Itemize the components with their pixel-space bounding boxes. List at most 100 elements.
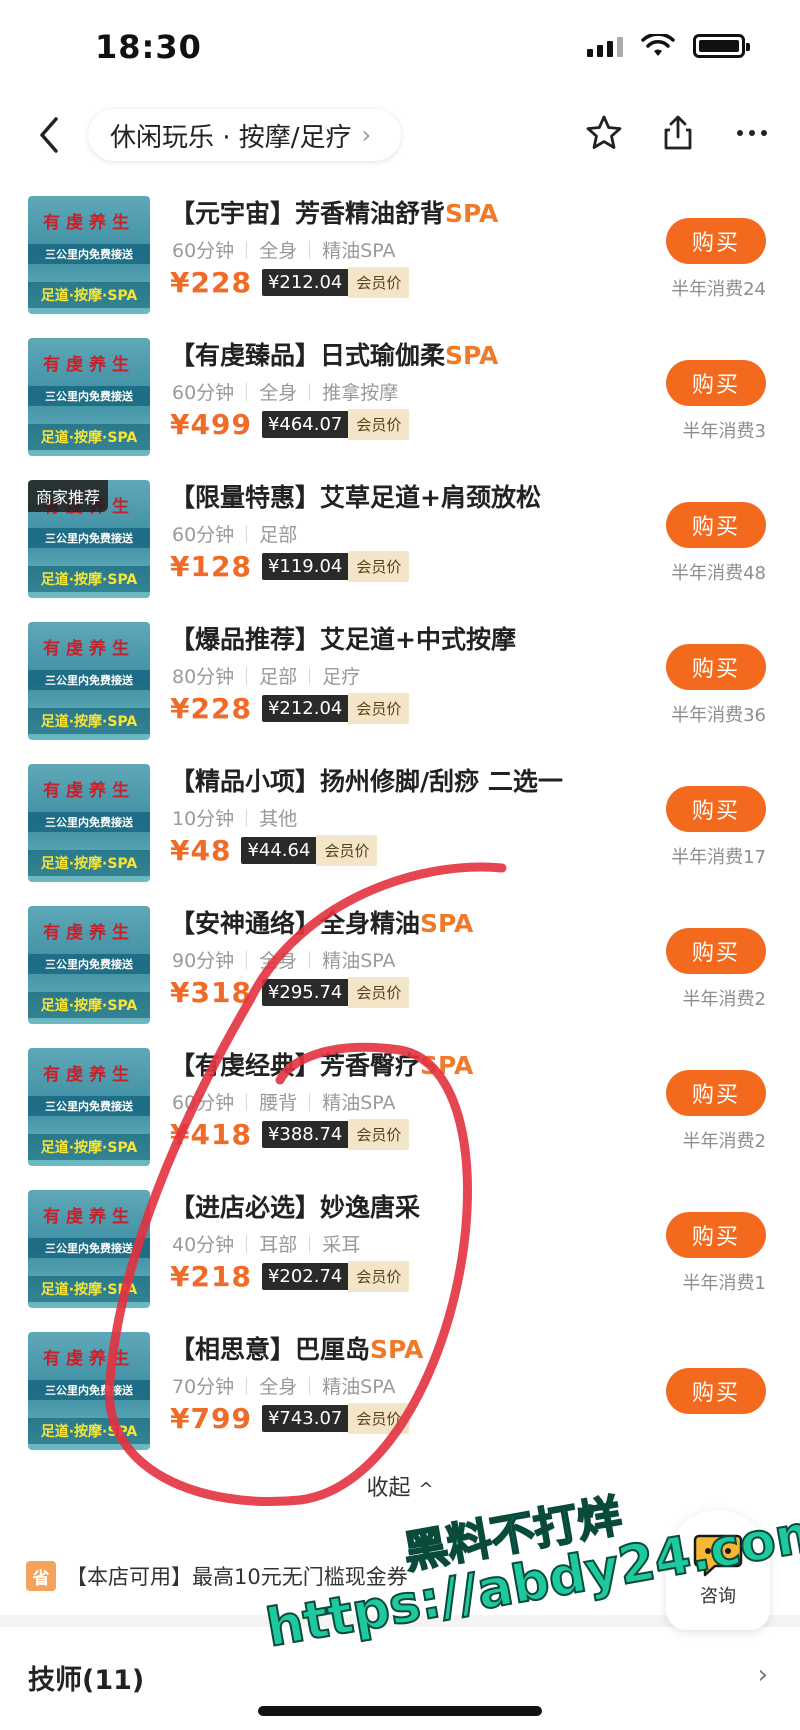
buy-button[interactable]: 购买 [666, 1212, 766, 1258]
product-title-spa: SPA [420, 1051, 474, 1080]
member-price: ¥464.07 [261, 411, 349, 438]
member-price-label: 会员价 [348, 1261, 410, 1292]
thumbnail-services-text: 足道·按摩·SPA [28, 1134, 150, 1160]
thumbnail-pickup-text: 三公里内免费接送 [28, 528, 150, 548]
coupon-icon: 省 [26, 1561, 56, 1591]
product-title-text: 【爆品推荐】艾足道+中式按摩 [170, 625, 516, 654]
meta-separator [309, 382, 311, 401]
product-thumbnail[interactable]: 有虔养生 三公里内免费接送 足道·按摩·SPA [28, 1048, 150, 1166]
product-title[interactable]: 【爆品推荐】艾足道+中式按摩 [170, 620, 516, 656]
product-title[interactable]: 【安神通络】全身精油SPA [170, 904, 473, 940]
product-duration: 10分钟 [172, 808, 235, 830]
meta-separator [246, 524, 248, 543]
product-thumbnail[interactable]: 有虔养生 三公里内免费接送 足道·按摩·SPA [28, 1190, 150, 1308]
more-icon[interactable] [732, 113, 772, 153]
chevron-right-icon: › [757, 1660, 768, 1690]
meta-separator [246, 666, 248, 685]
product-thumbnail[interactable]: 有虔养生 三公里内免费接送 足道·按摩·SPA 商家推荐 [28, 480, 150, 598]
meta-separator [309, 1092, 311, 1111]
product-item[interactable]: 有虔养生 三公里内免费接送 足道·按摩·SPA 【进店必选】妙逸唐采 40分钟 耳… [0, 1174, 800, 1316]
battery-icon [693, 34, 750, 58]
product-price: ¥48 [170, 834, 232, 867]
member-price: ¥202.74 [261, 1263, 349, 1290]
wifi-icon [641, 34, 675, 56]
product-duration: 90分钟 [172, 950, 235, 972]
buy-button[interactable]: 购买 [666, 786, 766, 832]
buy-button[interactable]: 购买 [666, 1070, 766, 1116]
price-row: ¥418 ¥388.74 会员价 [170, 1118, 410, 1151]
product-title[interactable]: 【精品小项】扬州修脚/刮痧 二选一 [170, 762, 563, 798]
product-item[interactable]: 有虔养生 三公里内免费接送 足道·按摩·SPA 【相思意】巴厘岛SPA 70分钟… [0, 1316, 800, 1458]
buy-button[interactable]: 购买 [666, 360, 766, 406]
product-tag: 全身 [259, 950, 298, 972]
price-row: ¥228 ¥212.04 会员价 [170, 692, 410, 725]
product-title[interactable]: 【限量特惠】艾草足道+肩颈放松 [170, 478, 541, 514]
share-icon[interactable] [658, 113, 698, 153]
product-thumbnail[interactable]: 有虔养生 三公里内免费接送 足道·按摩·SPA [28, 622, 150, 740]
product-price: ¥799 [170, 1402, 252, 1435]
collapse-toggle[interactable]: 收起 ^ [0, 1470, 800, 1502]
product-thumbnail[interactable]: 有虔养生 三公里内免费接送 足道·按摩·SPA [28, 764, 150, 882]
product-item[interactable]: 有虔养生 三公里内免费接送 足道·按摩·SPA 【精品小项】扬州修脚/刮痧 二选… [0, 748, 800, 890]
sales-count: 半年消费1 [682, 1273, 766, 1294]
product-tag: 精油SPA [322, 950, 396, 972]
meta-separator [309, 1376, 311, 1395]
member-price-label: 会员价 [348, 409, 410, 440]
product-item[interactable]: 有虔养生 三公里内免费接送 足道·按摩·SPA 【有虔经典】芳香臀疗SPA 60… [0, 1032, 800, 1174]
product-tag: 全身 [259, 382, 298, 404]
product-meta: 70分钟 全身 精油SPA [172, 1372, 396, 1399]
chevron-right-icon: › [361, 121, 372, 149]
product-title[interactable]: 【进店必选】妙逸唐采 [170, 1188, 420, 1224]
buy-button[interactable]: 购买 [666, 644, 766, 690]
product-duration: 40分钟 [172, 1234, 235, 1256]
promo-text: 【本店可用】最高10元无门槛现金券 [66, 1565, 408, 1589]
buy-button[interactable]: 购买 [666, 218, 766, 264]
product-title-text: 【相思意】巴厘岛 [170, 1335, 371, 1364]
product-meta: 90分钟 全身 精油SPA [172, 946, 396, 973]
product-thumbnail[interactable]: 有虔养生 三公里内免费接送 足道·按摩·SPA [28, 338, 150, 456]
breadcrumb[interactable]: 休闲玩乐 · 按摩/足疗 › [88, 109, 402, 161]
price-row: ¥218 ¥202.74 会员价 [170, 1260, 410, 1293]
product-item[interactable]: 有虔养生 三公里内免费接送 足道·按摩·SPA 【爆品推荐】艾足道+中式按摩 8… [0, 606, 800, 748]
member-price-label: 会员价 [348, 267, 410, 298]
buy-button[interactable]: 购买 [666, 928, 766, 974]
product-title[interactable]: 【有虔经典】芳香臀疗SPA [170, 1046, 473, 1082]
back-icon[interactable] [30, 111, 70, 159]
meta-separator [309, 1234, 311, 1253]
thumbnail-pickup-text: 三公里内免费接送 [28, 386, 150, 406]
product-title[interactable]: 【有虔臻品】日式瑜伽柔SPA [170, 336, 498, 372]
meta-separator [246, 1092, 248, 1111]
member-price: ¥212.04 [261, 695, 349, 722]
meta-separator [246, 808, 248, 827]
member-price-label: 会员价 [348, 693, 410, 724]
product-item[interactable]: 有虔养生 三公里内免费接送 足道·按摩·SPA 商家推荐 【限量特惠】艾草足道+… [0, 464, 800, 606]
product-thumbnail[interactable]: 有虔养生 三公里内免费接送 足道·按摩·SPA [28, 1332, 150, 1450]
product-meta: 60分钟 足部 [172, 520, 297, 547]
product-tag: 足疗 [322, 666, 361, 688]
thumbnail-brand-text: 有虔养生 [43, 923, 135, 943]
member-price: ¥212.04 [261, 269, 349, 296]
star-icon[interactable] [584, 113, 624, 153]
nav-bar: 休闲玩乐 · 按摩/足疗 › [0, 95, 800, 175]
technicians-label: 技师(11) [28, 1665, 145, 1696]
meta-separator [309, 240, 311, 259]
chat-bubble-icon [693, 1534, 743, 1577]
meta-separator [309, 950, 311, 969]
product-item[interactable]: 有虔养生 三公里内免费接送 足道·按摩·SPA 【元宇宙】芳香精油舒背SPA 6… [0, 180, 800, 322]
buy-button[interactable]: 购买 [666, 1368, 766, 1414]
status-time: 18:30 [95, 28, 202, 66]
thumbnail-brand-text: 有虔养生 [43, 1065, 135, 1085]
product-price: ¥418 [170, 1118, 252, 1151]
sales-count: 半年消费2 [682, 989, 766, 1010]
product-title[interactable]: 【相思意】巴厘岛SPA [170, 1330, 423, 1366]
buy-button[interactable]: 购买 [666, 502, 766, 548]
product-title[interactable]: 【元宇宙】芳香精油舒背SPA [170, 194, 498, 230]
product-thumbnail[interactable]: 有虔养生 三公里内免费接送 足道·按摩·SPA [28, 196, 150, 314]
product-tag: 精油SPA [322, 240, 396, 262]
product-thumbnail[interactable]: 有虔养生 三公里内免费接送 足道·按摩·SPA [28, 906, 150, 1024]
consult-button[interactable]: 咨询 [666, 1510, 770, 1630]
product-tag: 全身 [259, 240, 298, 262]
product-item[interactable]: 有虔养生 三公里内免费接送 足道·按摩·SPA 【有虔臻品】日式瑜伽柔SPA 6… [0, 322, 800, 464]
product-item[interactable]: 有虔养生 三公里内免费接送 足道·按摩·SPA 【安神通络】全身精油SPA 90… [0, 890, 800, 1032]
status-icons [587, 34, 750, 58]
